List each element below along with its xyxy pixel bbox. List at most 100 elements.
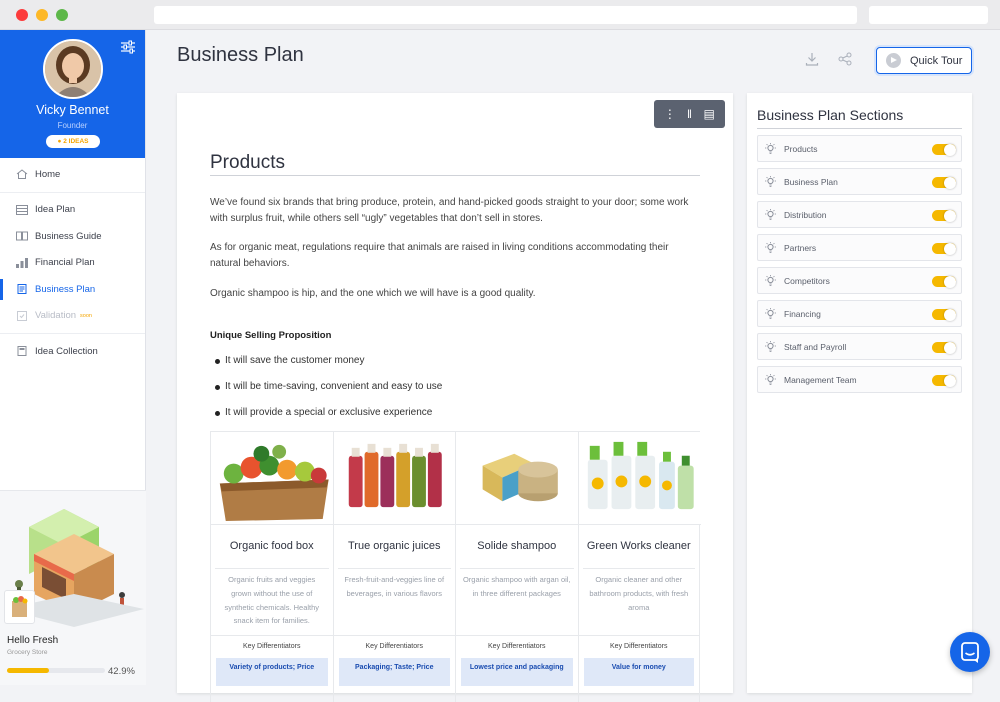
document-icon (17, 284, 27, 295)
section-item[interactable]: Financing (757, 300, 962, 327)
paragraph: As for organic meat, regulations require… (210, 242, 669, 269)
validation-icon (17, 310, 27, 321)
nav-item-financial-plan[interactable]: Financial Plan (0, 250, 145, 277)
quick-tour-button[interactable]: Quick Tour (876, 47, 972, 74)
browser-chrome (0, 0, 1000, 30)
product-card[interactable]: Solide shampoo Organic shampoo with arga… (455, 432, 579, 702)
product-description: Organic shampoo with argan oil, in three… (462, 575, 571, 598)
sections-panel: Business Plan Sections Products Business … (747, 93, 972, 693)
product-title: Green Works cleaner (582, 525, 695, 569)
section-toggle[interactable] (932, 242, 956, 255)
section-item-label: Staff and Payroll (784, 341, 847, 352)
sidebar: Vicky Bennet Founder ● 2 IDEAS Home Idea… (0, 30, 146, 685)
book-icon (16, 231, 28, 241)
nav-item-business-guide[interactable]: Business Guide (0, 223, 145, 250)
section-toggle[interactable] (932, 176, 956, 189)
section-item[interactable]: Staff and Payroll (757, 333, 962, 360)
product-card[interactable]: Organic food box Organic fruits and vegg… (210, 432, 334, 702)
usp-item: It will be time-saving, convenient and e… (214, 381, 443, 392)
lightbulb-icon (765, 275, 776, 286)
share-icon[interactable] (838, 52, 852, 66)
usp-item: It will save the customer money (215, 355, 365, 366)
nav-label: Home (35, 168, 61, 180)
nav-item-business-plan[interactable]: Business Plan (0, 276, 145, 303)
profile-name: Vicky Bennet (36, 103, 109, 117)
section-item[interactable]: Partners (757, 234, 962, 261)
section-toggle[interactable] (932, 209, 956, 222)
section-toggle[interactable] (932, 143, 956, 156)
lightbulb-icon (765, 242, 776, 253)
document-panel: ⋮ ‖ ▤ Products We’ve found six brands th… (177, 93, 733, 702)
lightbulb-icon (765, 308, 776, 319)
nav-item-idea-plan[interactable]: Idea Plan (0, 197, 145, 224)
soon-tag: soon (80, 312, 92, 319)
project-category: Grocery Store (7, 649, 48, 656)
nav-label: Business Guide (35, 230, 102, 242)
nav-item-idea-collection[interactable]: Idea Collection (0, 338, 145, 365)
section-item[interactable]: Competitors (757, 267, 962, 294)
more-options-icon[interactable]: ⋮ (663, 107, 677, 121)
section-toggle[interactable] (932, 275, 956, 288)
project-name: Hello Fresh (7, 635, 59, 646)
section-item[interactable]: Products (757, 135, 962, 162)
nav-divider (0, 191, 145, 193)
play-icon (886, 53, 901, 68)
section-item-label: Distribution (784, 209, 827, 220)
section-item[interactable]: Business Plan (757, 168, 962, 195)
bar-chart-icon (16, 257, 28, 268)
paragraph: Organic shampoo is hip, and the one whic… (210, 288, 536, 299)
chat-icon (961, 642, 979, 663)
columns-icon[interactable]: ‖ (682, 107, 696, 121)
lightbulb-icon (765, 374, 776, 385)
settings-sliders-icon[interactable] (120, 40, 136, 54)
section-toggle[interactable] (932, 374, 956, 387)
section-heading: Products (210, 152, 285, 173)
nav-label: Financial Plan (35, 257, 95, 269)
project-progress-fill (7, 668, 50, 673)
nav-divider (0, 333, 145, 334)
product-title: Solide shampoo (460, 525, 574, 569)
ideas-badge[interactable]: ● 2 IDEAS (46, 135, 100, 148)
minimize-window-button[interactable] (36, 9, 48, 21)
section-toggle[interactable] (932, 308, 956, 321)
maximize-window-button[interactable] (56, 9, 68, 21)
nav-label: Business Plan (35, 283, 96, 295)
store-thumbnail (4, 590, 35, 624)
key-differentiators-label: Key Differentiators (578, 635, 699, 656)
browser-search-bar[interactable] (869, 6, 988, 24)
usp-item: It will provide a special or exclusive e… (214, 407, 433, 418)
close-window-button[interactable] (16, 9, 28, 21)
project-card[interactable]: Hello Fresh Grocery Store 42.9% (0, 490, 146, 685)
section-toggle[interactable] (932, 341, 956, 354)
product-card[interactable]: Green Works cleaner Organic cleaner and … (577, 432, 701, 702)
section-item[interactable]: Distribution (757, 201, 962, 228)
product-card[interactable]: True organic juices Fresh-fruit-and-vegg… (332, 432, 456, 702)
key-differentiators-value: Variety of products; Price (216, 658, 328, 686)
key-differentiators-label: Key Differentiators (456, 635, 578, 656)
section-item-label: Management Team (784, 374, 857, 385)
avatar[interactable] (43, 39, 103, 99)
collection-icon (17, 346, 27, 357)
heading-divider (210, 175, 700, 176)
section-item[interactable]: Management Team (757, 366, 962, 393)
nav-label: Idea Plan (35, 204, 76, 216)
food-box-image (211, 432, 334, 525)
key-differentiators-label: Key Differentiators (211, 635, 333, 656)
product-description: Fresh-fruit-and-veggies line of beverage… (344, 575, 445, 598)
download-icon[interactable] (805, 52, 819, 66)
key-differentiators-value: Lowest price and packaging (461, 658, 573, 686)
nav-item-home[interactable]: Home (0, 161, 145, 188)
usp-title: Unique Selling Proposition (210, 330, 332, 341)
sections-title: Business Plan Sections (757, 107, 904, 123)
idea-plan-icon (16, 204, 28, 215)
page-icon[interactable]: ▤ (702, 107, 716, 121)
chat-launcher-button[interactable] (950, 632, 990, 672)
ideas-badge-label: 2 IDEAS (63, 138, 89, 145)
nav-label: Idea Collection (35, 345, 98, 357)
key-differentiators-label: Key Differentiators (333, 635, 455, 656)
address-bar[interactable] (154, 6, 857, 24)
key-differentiators-value: Value for money (583, 658, 694, 686)
paragraph: We’ve found six brands that bring produc… (210, 197, 689, 224)
lightbulb-icon (765, 341, 776, 352)
product-grid: Organic food box Organic fruits and vegg… (210, 431, 701, 702)
